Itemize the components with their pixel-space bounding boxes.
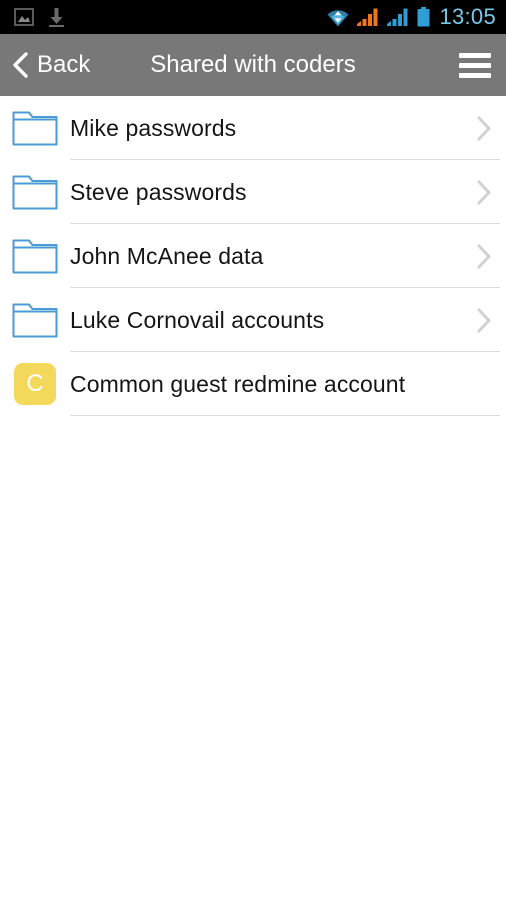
list-item-label: Common guest redmine account xyxy=(70,371,406,397)
list-divider xyxy=(70,415,500,416)
avatar-letter-icon: C xyxy=(14,363,56,405)
download-icon xyxy=(48,7,65,27)
app-root: 13:05 Back Shared with coders Mike passw… xyxy=(0,0,506,900)
chevron-right-icon xyxy=(476,243,493,270)
back-button[interactable]: Back xyxy=(0,34,90,96)
folder-icon xyxy=(12,238,58,274)
hamburger-menu-button[interactable] xyxy=(450,34,506,96)
list-item-label: Luke Cornovail accounts xyxy=(70,307,325,333)
battery-icon xyxy=(417,7,430,27)
list-item-icon xyxy=(0,160,70,224)
chevron-right-icon xyxy=(476,115,493,142)
status-bar: 13:05 xyxy=(0,0,506,34)
status-bar-left-icons xyxy=(0,7,65,27)
folder-icon xyxy=(12,302,58,338)
app-header: Back Shared with coders xyxy=(0,34,506,96)
status-bar-right-icons: 13:05 xyxy=(326,6,506,28)
status-bar-clock: 13:05 xyxy=(439,4,496,29)
list-item[interactable]: Steve passwords xyxy=(0,160,506,224)
signal-bars-blue-icon xyxy=(387,8,410,27)
list-item-icon xyxy=(0,288,70,352)
list-item-label: John McAnee data xyxy=(70,243,264,269)
list-item[interactable]: John McAnee data xyxy=(0,224,506,288)
folder-icon xyxy=(12,174,58,210)
hamburger-menu-icon-bar-2 xyxy=(459,62,491,68)
wifi-icon xyxy=(326,8,350,27)
list-item[interactable]: C Common guest redmine account xyxy=(0,352,506,416)
list-item[interactable]: Luke Cornovail accounts xyxy=(0,288,506,352)
list-item-label: Steve passwords xyxy=(70,179,247,205)
list-item-label: Mike passwords xyxy=(70,115,237,141)
list-item-chevron[interactable] xyxy=(462,160,506,224)
signal-bars-orange-icon xyxy=(357,8,380,27)
list-item-icon xyxy=(0,224,70,288)
back-button-label: Back xyxy=(37,51,91,78)
hamburger-menu-icon-bar-3 xyxy=(459,72,491,78)
list-item-chevron[interactable] xyxy=(462,288,506,352)
chevron-right-icon xyxy=(476,307,493,334)
chevron-left-icon xyxy=(10,51,30,79)
gallery-icon xyxy=(14,8,34,26)
list-item-chevron[interactable] xyxy=(462,96,506,160)
list-item-chevron[interactable] xyxy=(462,224,506,288)
list-item[interactable]: Mike passwords xyxy=(0,96,506,160)
folder-icon xyxy=(12,110,58,146)
list-item-icon xyxy=(0,96,70,160)
list-item-icon: C xyxy=(0,352,70,416)
chevron-right-icon xyxy=(476,179,493,206)
hamburger-menu-icon xyxy=(459,52,491,58)
shared-items-list: Mike passwords Steve passwords John McAn… xyxy=(0,96,506,416)
